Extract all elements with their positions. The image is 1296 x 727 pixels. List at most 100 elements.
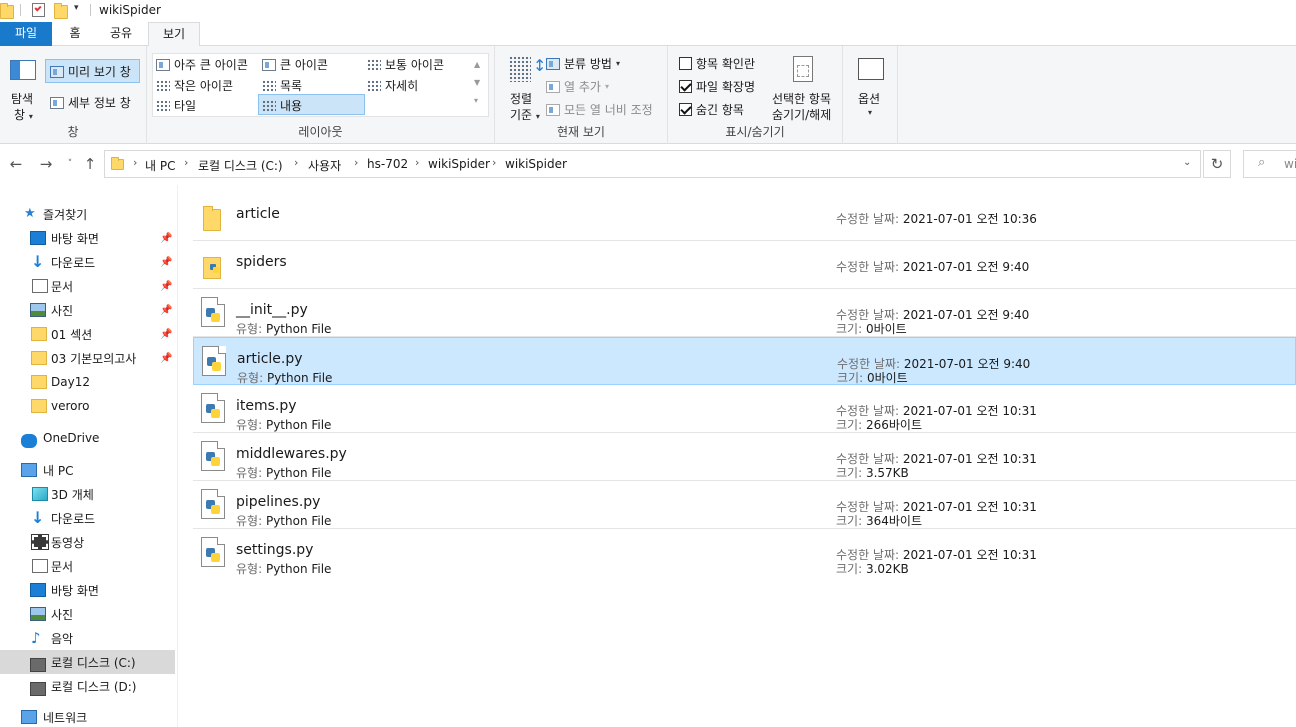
- details-pane-button[interactable]: 세부 정보 창: [50, 94, 131, 111]
- sidebar-item-label: 바탕 화면: [51, 231, 99, 246]
- pin-icon[interactable]: 📌: [160, 281, 172, 292]
- breadcrumb-local-disk-c[interactable]: 로컬 디스크 (C:): [198, 157, 283, 174]
- new-folder-icon[interactable]: [54, 3, 68, 19]
- breadcrumb-chevron-icon[interactable]: ›: [415, 156, 419, 169]
- python-file-icon: [201, 537, 225, 567]
- file-name: pipelines.py: [236, 494, 321, 510]
- up-arrow-icon[interactable]: ↑: [80, 155, 100, 173]
- search-input[interactable]: ⌕ wi: [1243, 150, 1296, 178]
- tab-home[interactable]: 홈: [60, 22, 90, 46]
- tab-file[interactable]: 파일: [0, 22, 52, 46]
- sort-by-icon: [509, 56, 531, 82]
- sidebar-item-music[interactable]: ♪ 음악: [0, 626, 175, 650]
- breadcrumb-chevron-icon[interactable]: ›: [492, 156, 496, 169]
- fit-columns-button[interactable]: 모든 열 너비 조정: [546, 101, 653, 118]
- list-item[interactable]: pipelines.py 유형: Python File 수정한 날짜: 202…: [193, 481, 1296, 529]
- navigation-pane-icon: [10, 60, 36, 80]
- layout-tiles[interactable]: 타일: [156, 97, 196, 114]
- sidebar-item-3d-objects[interactable]: 3D 개체: [0, 482, 175, 506]
- layout-list[interactable]: 목록: [262, 77, 302, 94]
- sidebar-item-pictures[interactable]: 사진: [0, 602, 175, 626]
- sidebar-item-pictures[interactable]: 사진 📌: [0, 298, 175, 322]
- list-item[interactable]: article 수정한 날짜: 2021-07-01 오전 10:36: [193, 193, 1296, 241]
- layout-content[interactable]: 내용: [262, 97, 302, 114]
- sidebar-item-downloads[interactable]: ↓ 다운로드 📌: [0, 250, 175, 274]
- sidebar-item-label: 바탕 화면: [51, 583, 99, 598]
- layout-medium-icons[interactable]: 보통 아이콘: [367, 56, 444, 73]
- hidden-items-toggle[interactable]: 숨긴 항목: [679, 101, 744, 118]
- navigation-pane-button[interactable]: 탐색 창 ▾: [6, 54, 42, 132]
- tab-share[interactable]: 공유: [103, 22, 139, 46]
- list-item[interactable]: __init__.py 유형: Python File 수정한 날짜: 2021…: [193, 289, 1296, 337]
- pin-icon[interactable]: 📌: [160, 305, 172, 316]
- layout-details[interactable]: 자세히: [367, 77, 418, 94]
- breadcrumb-user[interactable]: hs-702: [367, 157, 408, 171]
- address-history-chevron-icon[interactable]: ⌄: [1183, 157, 1191, 168]
- layout-medium-label: 보통 아이콘: [385, 58, 445, 72]
- sidebar-item-documents[interactable]: 문서 📌: [0, 274, 175, 298]
- sidebar-item-desktop[interactable]: 바탕 화면 📌: [0, 226, 175, 250]
- breadcrumb-wikispider[interactable]: wikiSpider: [428, 157, 490, 171]
- breadcrumb-chevron-icon[interactable]: ›: [294, 156, 298, 169]
- pane-group-label: 창: [67, 125, 79, 139]
- layout-extra-large-icons[interactable]: 아주 큰 아이콘: [156, 56, 248, 73]
- back-arrow-icon[interactable]: ←: [6, 155, 26, 173]
- network-icon: [21, 710, 37, 724]
- list-item[interactable]: spiders 수정한 날짜: 2021-07-01 오전 9:40: [193, 241, 1296, 289]
- file-extensions-toggle[interactable]: 파일 확장명: [679, 78, 755, 95]
- sidebar-item-local-disk-c[interactable]: 로컬 디스크 (C:): [0, 650, 175, 674]
- sidebar-item-videos[interactable]: 동영상: [0, 530, 175, 554]
- refresh-button[interactable]: ↻: [1203, 150, 1231, 178]
- list-item[interactable]: settings.py 유형: Python File 수정한 날짜: 2021…: [193, 529, 1296, 577]
- sidebar-item-folder[interactable]: 01 섹션 📌: [0, 322, 175, 346]
- pin-icon[interactable]: 📌: [160, 233, 172, 244]
- address-bar[interactable]: › 내 PC › 로컬 디스크 (C:) › 사용자 › hs-702 › wi…: [104, 150, 1201, 178]
- sidebar-item-documents[interactable]: 문서: [0, 554, 175, 578]
- item-checkboxes-checkbox[interactable]: [679, 57, 692, 70]
- sort-by-button[interactable]: ↕ 정렬 기준 ▾: [501, 54, 546, 124]
- properties-icon[interactable]: [32, 3, 45, 17]
- sidebar-item-downloads[interactable]: ↓ 다운로드: [0, 506, 175, 530]
- breadcrumb-this-pc[interactable]: 내 PC: [145, 157, 175, 174]
- recent-locations-chevron-icon[interactable]: ˅: [60, 155, 80, 173]
- customize-toolbar-icon[interactable]: ▾: [74, 3, 88, 17]
- list-item[interactable]: article.py 유형: Python File 수정한 날짜: 2021-…: [193, 337, 1296, 385]
- breadcrumb-chevron-icon[interactable]: ›: [354, 156, 358, 169]
- add-columns-icon: [546, 80, 560, 93]
- hide-selected-button[interactable]: 선택한 항목 숨기기/해제: [768, 54, 838, 124]
- pin-icon[interactable]: 📌: [160, 257, 172, 268]
- folder-icon: [31, 327, 47, 341]
- list-item[interactable]: middlewares.py 유형: Python File 수정한 날짜: 2…: [193, 433, 1296, 481]
- sidebar-item-folder[interactable]: veroro: [0, 394, 175, 418]
- breadcrumb-wikispider-current[interactable]: wikiSpider: [505, 157, 567, 171]
- add-columns-button[interactable]: 열 추가 ▾: [546, 78, 609, 95]
- tab-view[interactable]: 보기: [148, 22, 200, 47]
- sidebar-item-local-disk-d[interactable]: 로컬 디스크 (D:): [0, 674, 175, 698]
- breadcrumb-chevron-icon[interactable]: ›: [133, 156, 137, 169]
- breadcrumb-chevron-icon[interactable]: ›: [184, 156, 188, 169]
- options-button[interactable]: 옵션 ▾: [851, 54, 893, 124]
- sidebar-item-this-pc[interactable]: 내 PC: [0, 458, 175, 482]
- forward-arrow-icon[interactable]: →: [36, 155, 56, 173]
- sidebar-item-folder[interactable]: Day12: [0, 370, 175, 394]
- group-by-button[interactable]: 분류 방법 ▾: [546, 55, 620, 72]
- layout-extra-large-label: 아주 큰 아이콘: [174, 58, 248, 72]
- pin-icon[interactable]: 📌: [160, 353, 172, 364]
- sidebar-item-onedrive[interactable]: OneDrive: [0, 426, 175, 450]
- gallery-scroll[interactable]: ▲ ▼ ▾: [474, 56, 480, 110]
- file-extensions-checkbox[interactable]: [679, 80, 692, 93]
- hidden-items-checkbox[interactable]: [679, 103, 692, 116]
- preview-pane-button[interactable]: 미리 보기 창: [50, 63, 131, 80]
- sidebar-item-desktop[interactable]: 바탕 화면: [0, 578, 175, 602]
- item-checkboxes-toggle[interactable]: 항목 확인란: [679, 55, 755, 72]
- sidebar-item-quick-access[interactable]: ★ 즐겨찾기: [0, 202, 175, 226]
- layout-large-icons[interactable]: 큰 아이콘: [262, 56, 328, 73]
- sidebar-item-label: 내 PC: [43, 463, 74, 478]
- list-item[interactable]: items.py 유형: Python File 수정한 날짜: 2021-07…: [193, 385, 1296, 433]
- search-icon: ⌕: [1258, 155, 1266, 170]
- breadcrumb-users[interactable]: 사용자: [308, 157, 341, 174]
- sidebar-item-network[interactable]: 네트워크: [0, 705, 175, 727]
- sidebar-item-folder[interactable]: 03 기본모의고사 📌: [0, 346, 175, 370]
- pin-icon[interactable]: 📌: [160, 329, 172, 340]
- layout-small-icons[interactable]: 작은 아이콘: [156, 77, 233, 94]
